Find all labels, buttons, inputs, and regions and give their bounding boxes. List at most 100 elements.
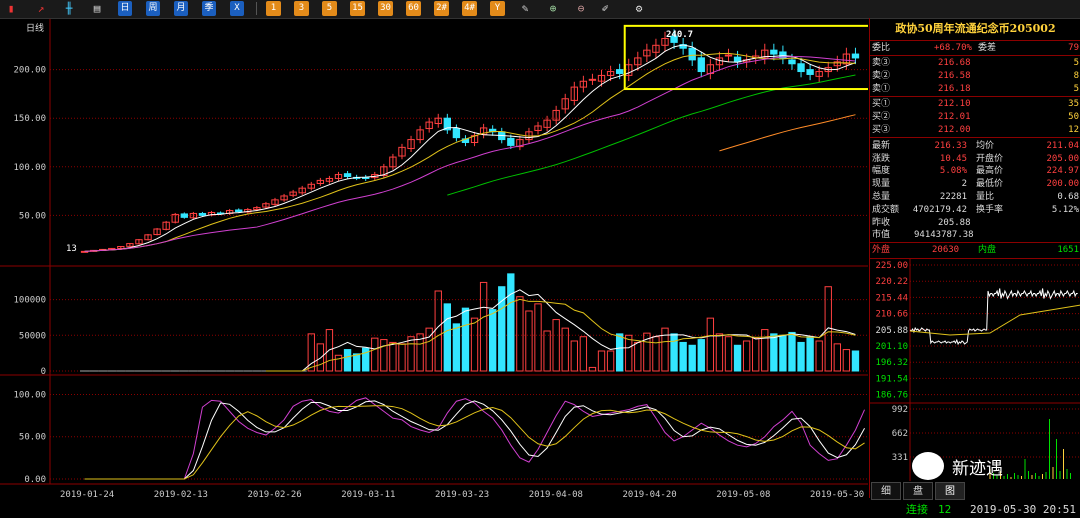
volume-bar (661, 327, 669, 372)
clock: 2019-05-30 20:51 (970, 503, 1076, 516)
candle (452, 128, 461, 139)
candle (770, 49, 778, 55)
period-label: 日线 (26, 24, 45, 34)
indicator-lines (84, 397, 865, 480)
volume-bar (334, 354, 343, 372)
zoom-out-icon[interactable]: ⊖ (574, 1, 588, 16)
volume-tick: 100000 (13, 296, 46, 306)
period-day-button[interactable]: 日 (118, 1, 132, 16)
intraday-tick: 201.10 (875, 342, 908, 352)
period-week-button[interactable]: 周 (146, 1, 160, 16)
outer-inner-row: 外盘 20630 内盘 1651 (872, 245, 1079, 255)
stat-row: 总量 22281 量比 0.68 (872, 191, 1079, 202)
volume-bar (724, 336, 733, 372)
period-month-button[interactable]: 月 (174, 1, 188, 16)
volume-tick: 0 (41, 367, 46, 377)
tab-chart[interactable]: 图 (935, 482, 965, 500)
stat-row: 幅度 5.08% 最高价 224.97 (872, 166, 1079, 177)
date-tick: 2019-05-08 (716, 490, 770, 499)
candle (615, 69, 624, 74)
candle (180, 213, 188, 218)
volume-bar (552, 319, 560, 372)
intraday-tick: 196.32 (875, 358, 908, 368)
date-tick: 2019-04-08 (529, 490, 583, 499)
minute-15-button[interactable]: 15 (350, 1, 365, 16)
candle (688, 47, 696, 61)
stat-row: 现量 2 最低价 200.00 (872, 179, 1079, 190)
edit-icon[interactable]: ✎ (518, 1, 532, 16)
volume-bar (389, 341, 397, 372)
date-tick: 2019-03-23 (435, 490, 489, 499)
volume-bar (625, 334, 633, 372)
volume-bar (770, 333, 778, 372)
market-value-row: 市值 94143787.38 (872, 230, 974, 240)
minute-60-button[interactable]: 60 (406, 1, 421, 16)
security-title: 政协50周年流通纪念币205002 (895, 22, 1056, 35)
indicator-line (84, 405, 865, 480)
candle (797, 63, 805, 73)
volume-bar (461, 307, 470, 372)
candle (733, 56, 742, 63)
candle-icon[interactable]: ╫ (62, 1, 76, 16)
price-tick: 100.00 (13, 163, 46, 173)
period-2n-button[interactable]: 2# (434, 1, 449, 16)
period-year-button[interactable]: Y (490, 1, 505, 16)
candle (507, 137, 515, 146)
volume-bar (579, 336, 588, 372)
volume-bar (561, 327, 569, 372)
intraday-tick: 220.22 (875, 277, 908, 287)
volume-bar (815, 340, 823, 372)
candle (806, 69, 814, 75)
intraday-tick: 186.76 (875, 391, 908, 401)
mini-tabs: 细 盘 图 (869, 482, 1080, 500)
period-4n-button[interactable]: 4# (462, 1, 477, 16)
volume-bar (851, 350, 860, 372)
bid-row: 买② 212.01 50 (872, 112, 1079, 122)
volume-bar (534, 303, 542, 372)
kline-chart[interactable]: 200.00 150.00 100.00 50.00 100000 50000 0 100.0… (0, 19, 868, 499)
tab-detail[interactable]: 细 (871, 482, 901, 500)
volume-bar (706, 317, 715, 372)
volume-bar (443, 303, 451, 372)
volume-bar (543, 330, 551, 372)
minute-1-button[interactable]: 1 (266, 1, 281, 16)
volume-bar (588, 366, 597, 372)
volume-bar (806, 336, 814, 372)
volume-bar (371, 337, 379, 372)
status-bar: 连接 12 2019-05-30 20:51 (900, 502, 1080, 518)
quote-panel: 政协50周年流通纪念币205002 委比 +68.70% 委差 79 卖③ 216… (869, 18, 1080, 498)
indicator-tick: 0.00 (24, 475, 46, 485)
ma-line (447, 74, 856, 196)
volume-bar (398, 343, 406, 372)
minute-30-button[interactable]: 30 (378, 1, 393, 16)
date-tick: 2019-03-11 (341, 490, 395, 499)
volume-bar (670, 333, 678, 372)
bar-chart-icon[interactable]: ▮ (4, 1, 18, 16)
volume-bar (615, 333, 624, 372)
volume-bar (752, 337, 760, 372)
candle (724, 54, 733, 57)
stat-row: 涨跌 10.45 开盘价 205.00 (872, 153, 1079, 164)
minute-3-button[interactable]: 3 (294, 1, 309, 16)
period-quarter-button[interactable]: 季 (202, 1, 216, 16)
image-icon[interactable]: ▤ (90, 1, 104, 16)
volume-bar (715, 333, 724, 372)
price-tick: 150.00 (13, 114, 46, 124)
minute-5-button[interactable]: 5 (322, 1, 337, 16)
draw-icon[interactable]: ✐ (598, 1, 612, 16)
intraday-vol-tick: 662 (892, 429, 908, 439)
low-price-label: 13 (66, 244, 77, 254)
wechat-icon (912, 452, 944, 480)
date-tick: 2019-02-13 (154, 490, 208, 499)
zoom-in-icon[interactable]: ⊕ (546, 1, 560, 16)
bid-row: 买① 212.10 35 (872, 99, 1079, 109)
tab-board[interactable]: 盘 (903, 482, 933, 500)
volume-bar (516, 296, 524, 372)
volume-bar (343, 349, 352, 372)
period-x-button[interactable]: X (230, 1, 244, 16)
line-chart-icon[interactable]: ↗ (34, 1, 48, 16)
volume-bar (606, 350, 615, 372)
gear-icon[interactable]: ⚙ (632, 1, 646, 16)
volume-bar (742, 340, 751, 372)
intraday-price-line (909, 288, 1078, 346)
